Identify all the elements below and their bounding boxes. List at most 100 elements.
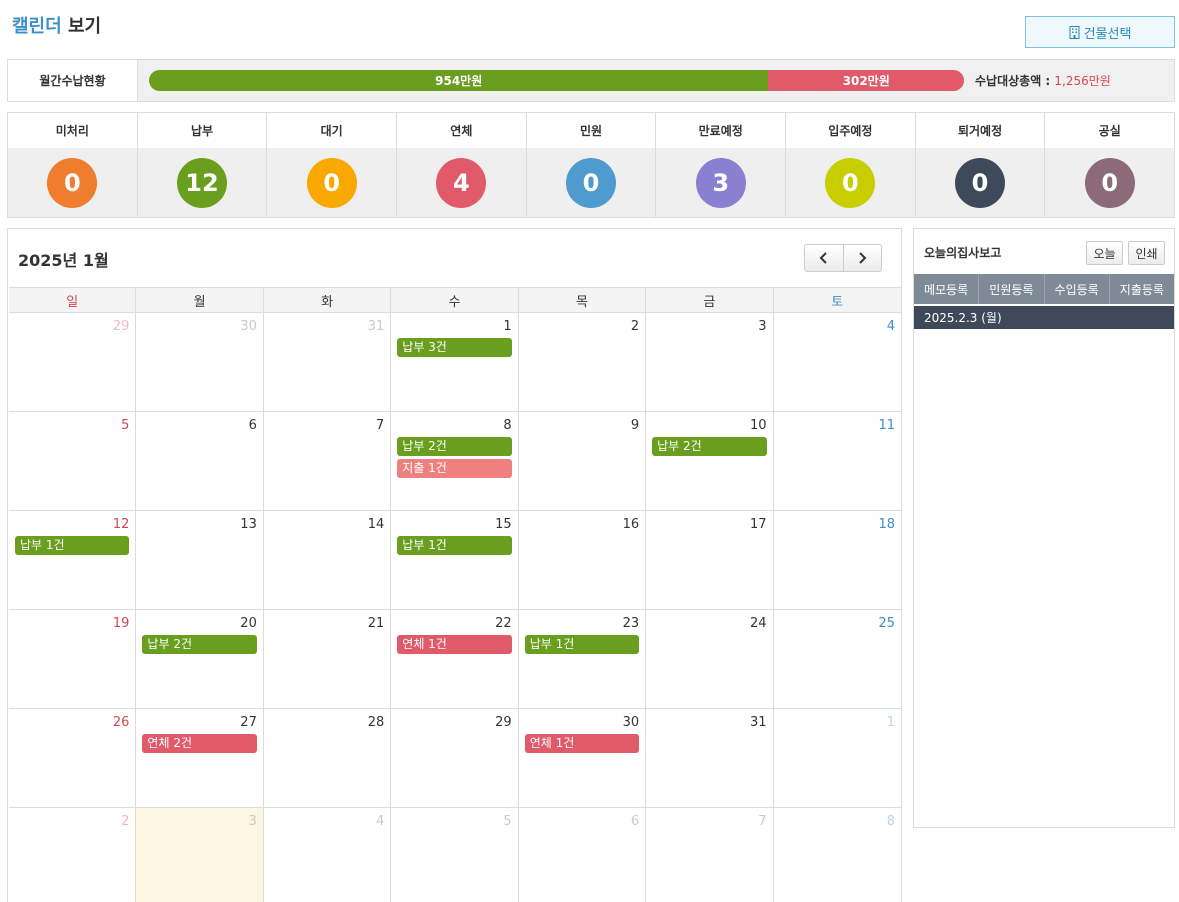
paid-segment: 954만원	[149, 70, 769, 91]
calendar-event[interactable]: 연체 2건	[142, 734, 257, 753]
calendar-day[interactable]: 1 납부 3건	[391, 313, 519, 411]
calendar-day[interactable]: 9	[519, 412, 647, 510]
day-number: 13	[240, 517, 257, 532]
calendar-day[interactable]: 4	[264, 808, 392, 902]
calendar-day[interactable]: 19	[9, 610, 137, 708]
calendar-event[interactable]: 납부 2건	[652, 437, 767, 456]
stat-count-badge: 0	[825, 157, 876, 208]
register-tab[interactable]: 수입등록	[1045, 274, 1110, 304]
calendar-day[interactable]: 7	[264, 412, 392, 510]
stat-box[interactable]: 납부 12	[137, 113, 268, 217]
calendar-event[interactable]: 연체 1건	[524, 734, 640, 753]
chevron-right-icon	[859, 252, 867, 264]
calendar-day[interactable]: 25	[774, 610, 901, 708]
stat-label: 퇴거예정	[915, 113, 1045, 148]
day-number: 2	[630, 319, 640, 334]
calendar-day-today[interactable]: 3	[136, 808, 264, 902]
calendar-day[interactable]: 29	[391, 709, 519, 807]
calendar-day[interactable]: 10 납부 2건	[646, 412, 774, 510]
month-navigation	[804, 244, 882, 272]
calendar-day[interactable]: 22 연체 1건	[391, 610, 519, 708]
calendar-day[interactable]: 14	[264, 511, 392, 609]
calendar-event[interactable]: 지출 1건	[397, 459, 512, 478]
calendar-day[interactable]: 26	[9, 709, 137, 807]
calendar-day[interactable]: 8 납부 2건 지출 1건	[391, 412, 519, 510]
stat-box[interactable]: 연체 4	[397, 113, 527, 217]
daily-report-panel: 오늘의집사보고 오늘 인쇄 메모등록 민원등록 수입등록 지출등록 2025.2.3 …	[913, 228, 1175, 828]
weekday-label: 화	[264, 288, 392, 312]
calendar-day[interactable]: 1	[774, 709, 901, 807]
calendar-day[interactable]: 6	[136, 412, 264, 510]
register-tab[interactable]: 민원등록	[979, 274, 1045, 304]
stat-count-badge: 12	[177, 157, 227, 208]
stat-box[interactable]: 민원 0	[526, 113, 657, 217]
today-button[interactable]: 오늘	[1086, 241, 1123, 265]
calendar-day[interactable]: 21	[264, 610, 392, 708]
calendar-day[interactable]: 23 납부 1건	[519, 610, 647, 708]
day-number: 17	[750, 517, 767, 532]
calendar-week-row: 29 30 31 1 납부 3건 2 3 4	[9, 313, 901, 412]
calendar-day[interactable]: 5	[9, 412, 137, 510]
calendar-week-row: 2 3 4 5 6 7 8	[9, 808, 901, 902]
calendar-day[interactable]: 30 연체 1건	[519, 709, 647, 807]
stat-body: 0	[915, 148, 1045, 217]
total-label: 수납대상총액 :	[975, 74, 1055, 88]
calendar-day[interactable]: 2	[9, 808, 137, 902]
report-date-bar: 2025.2.3 (월)	[914, 306, 1174, 329]
calendar-day[interactable]: 30	[136, 313, 264, 411]
print-button[interactable]: 인쇄	[1128, 241, 1165, 265]
register-tab[interactable]: 메모등록	[914, 274, 980, 304]
stat-box[interactable]: 대기 0	[267, 113, 398, 217]
calendar-day[interactable]: 5	[391, 808, 519, 902]
calendar-day[interactable]: 3	[646, 313, 774, 411]
calendar-day[interactable]: 27 연체 2건	[136, 709, 264, 807]
calendar-day[interactable]: 8	[774, 808, 901, 902]
calendar-event[interactable]: 납부 1건	[15, 536, 130, 555]
calendar-event[interactable]: 납부 3건	[397, 338, 512, 357]
calendar-day[interactable]: 28	[264, 709, 392, 807]
calendar-day[interactable]: 31	[646, 709, 774, 807]
calendar-day[interactable]: 4	[774, 313, 901, 411]
calendar-event[interactable]: 납부 2건	[142, 635, 257, 654]
total-target-amount: 수납대상총액 : 1,256만원	[975, 72, 1111, 89]
day-number: 23	[622, 616, 640, 631]
stat-label: 만료예정	[656, 113, 786, 148]
prev-month-button[interactable]	[805, 245, 844, 271]
stat-box[interactable]: 퇴거예정 0	[915, 113, 1046, 217]
calendar-day[interactable]: 20 납부 2건	[136, 610, 264, 708]
calendar-day[interactable]: 6	[519, 808, 647, 902]
stat-box[interactable]: 만료예정 3	[656, 113, 787, 217]
weekday-label: 토	[831, 294, 844, 310]
register-tab[interactable]: 지출등록	[1110, 274, 1174, 304]
page-title-rest: 보기	[67, 16, 102, 37]
day-number: 1	[886, 715, 895, 730]
stat-body: 0	[786, 148, 915, 217]
calendar-week-row: 19 20 납부 2건 21 22 연체 1건 23 납부 1건 24 25	[9, 610, 901, 709]
building-select-label: 건물선택	[1083, 26, 1132, 42]
stat-box[interactable]: 미처리 0	[8, 113, 138, 217]
day-number: 5	[503, 814, 512, 829]
stat-box[interactable]: 공실 0	[1045, 113, 1175, 217]
calendar-day[interactable]: 13	[136, 511, 264, 609]
calendar-day[interactable]: 12 납부 1건	[9, 511, 137, 609]
day-number: 11	[878, 418, 895, 433]
calendar: 2025년 1월 일월화수목금토 29 30 31 1 납부 3건 2 3 4 5 6 7 8 납부 2…	[7, 228, 902, 902]
calendar-day[interactable]: 18	[774, 511, 901, 609]
calendar-event[interactable]: 납부 1건	[397, 536, 512, 555]
calendar-day[interactable]: 29	[9, 313, 137, 411]
calendar-day[interactable]: 16	[519, 511, 647, 609]
day-number: 29	[495, 715, 512, 730]
calendar-day[interactable]: 17	[646, 511, 774, 609]
calendar-day[interactable]: 11	[774, 412, 901, 510]
calendar-day[interactable]: 24	[646, 610, 774, 708]
calendar-event[interactable]: 납부 1건	[524, 635, 640, 654]
calendar-event[interactable]: 납부 2건	[397, 437, 512, 456]
stat-box[interactable]: 입주예정 0	[786, 113, 916, 217]
calendar-day[interactable]: 7	[646, 808, 774, 902]
calendar-day[interactable]: 31	[264, 313, 392, 411]
calendar-day[interactable]: 2	[519, 313, 647, 411]
calendar-event[interactable]: 연체 1건	[397, 635, 512, 654]
next-month-button[interactable]	[844, 245, 882, 271]
building-select-button[interactable]: 건물선택	[1025, 16, 1175, 48]
calendar-day[interactable]: 15 납부 1건	[391, 511, 519, 609]
